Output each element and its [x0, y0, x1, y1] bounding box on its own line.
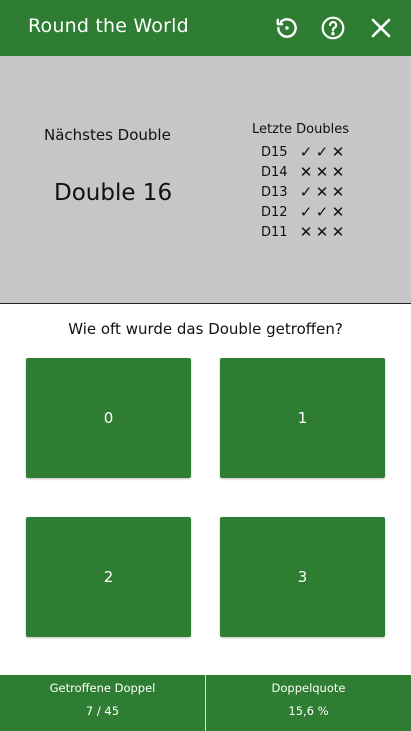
recent-marks: ✓ ✓ ✕ — [299, 203, 345, 221]
miss-mark: ✕ — [299, 223, 313, 241]
recent-row: D14 ✕ ✕ ✕ — [261, 162, 345, 182]
app-bar: Round the World — [0, 0, 411, 56]
recent-marks: ✓ ✕ ✕ — [299, 183, 345, 201]
answer-button-3[interactable]: 3 — [220, 517, 385, 637]
recent-double: D15 — [261, 144, 288, 160]
next-double-value: Double 16 — [54, 180, 173, 206]
miss-mark: ✕ — [315, 163, 329, 181]
miss-mark: ✕ — [331, 203, 345, 221]
answer-button-0[interactable]: 0 — [26, 358, 191, 478]
recent-marks: ✓ ✓ ✕ — [299, 143, 345, 161]
recent-doubles-title: Letzte Doubles — [252, 122, 349, 137]
recent-doubles-list: D15 ✓ ✓ ✕ D14 ✕ ✕ ✕ D13 ✓ ✕ ✕ D12 ✓ ✓ ✕ … — [261, 142, 345, 242]
rate-stat: Doppelquote 15,6 % — [205, 675, 411, 731]
miss-mark: ✕ — [331, 183, 345, 201]
recent-double: D11 — [261, 224, 288, 240]
hit-mark: ✓ — [299, 183, 313, 201]
recent-double: D14 — [261, 164, 288, 180]
recent-row: D11 ✕ ✕ ✕ — [261, 222, 345, 242]
hit-mark: ✓ — [315, 143, 329, 161]
recent-row: D13 ✓ ✕ ✕ — [261, 182, 345, 202]
miss-mark: ✕ — [331, 163, 345, 181]
recent-double: D12 — [261, 204, 288, 220]
recent-marks: ✕ ✕ ✕ — [299, 223, 345, 241]
recent-row: D15 ✓ ✓ ✕ — [261, 142, 345, 162]
hit-mark: ✓ — [299, 143, 313, 161]
miss-mark: ✕ — [331, 223, 345, 241]
rate-value: 15,6 % — [288, 704, 329, 718]
stats-footer: Getroffene Doppel 7 / 45 Doppelquote 15,… — [0, 675, 411, 731]
recent-marks: ✕ ✕ ✕ — [299, 163, 345, 181]
close-icon[interactable] — [367, 14, 395, 42]
hits-label: Getroffene Doppel — [49, 681, 156, 695]
hits-stat: Getroffene Doppel 7 / 45 — [0, 675, 205, 731]
history-icon[interactable] — [273, 14, 301, 42]
miss-mark: ✕ — [315, 223, 329, 241]
question-text: Wie oft wurde das Double getroffen? — [68, 320, 343, 338]
hits-value: 7 / 45 — [85, 704, 120, 718]
miss-mark: ✕ — [331, 143, 345, 161]
recent-row: D12 ✓ ✓ ✕ — [261, 202, 345, 222]
recent-double: D13 — [261, 184, 288, 200]
answer-button-2[interactable]: 2 — [26, 517, 191, 637]
miss-mark: ✕ — [299, 163, 313, 181]
hit-mark: ✓ — [299, 203, 313, 221]
next-double-label: Nächstes Double — [44, 126, 171, 144]
hit-mark: ✓ — [315, 203, 329, 221]
page-title: Round the World — [28, 15, 189, 37]
help-icon[interactable] — [319, 14, 347, 42]
miss-mark: ✕ — [315, 183, 329, 201]
answer-button-1[interactable]: 1 — [220, 358, 385, 478]
rate-label: Doppelquote — [271, 681, 346, 695]
status-panel: Nächstes Double Double 16 Letzte Doubles… — [0, 56, 411, 304]
